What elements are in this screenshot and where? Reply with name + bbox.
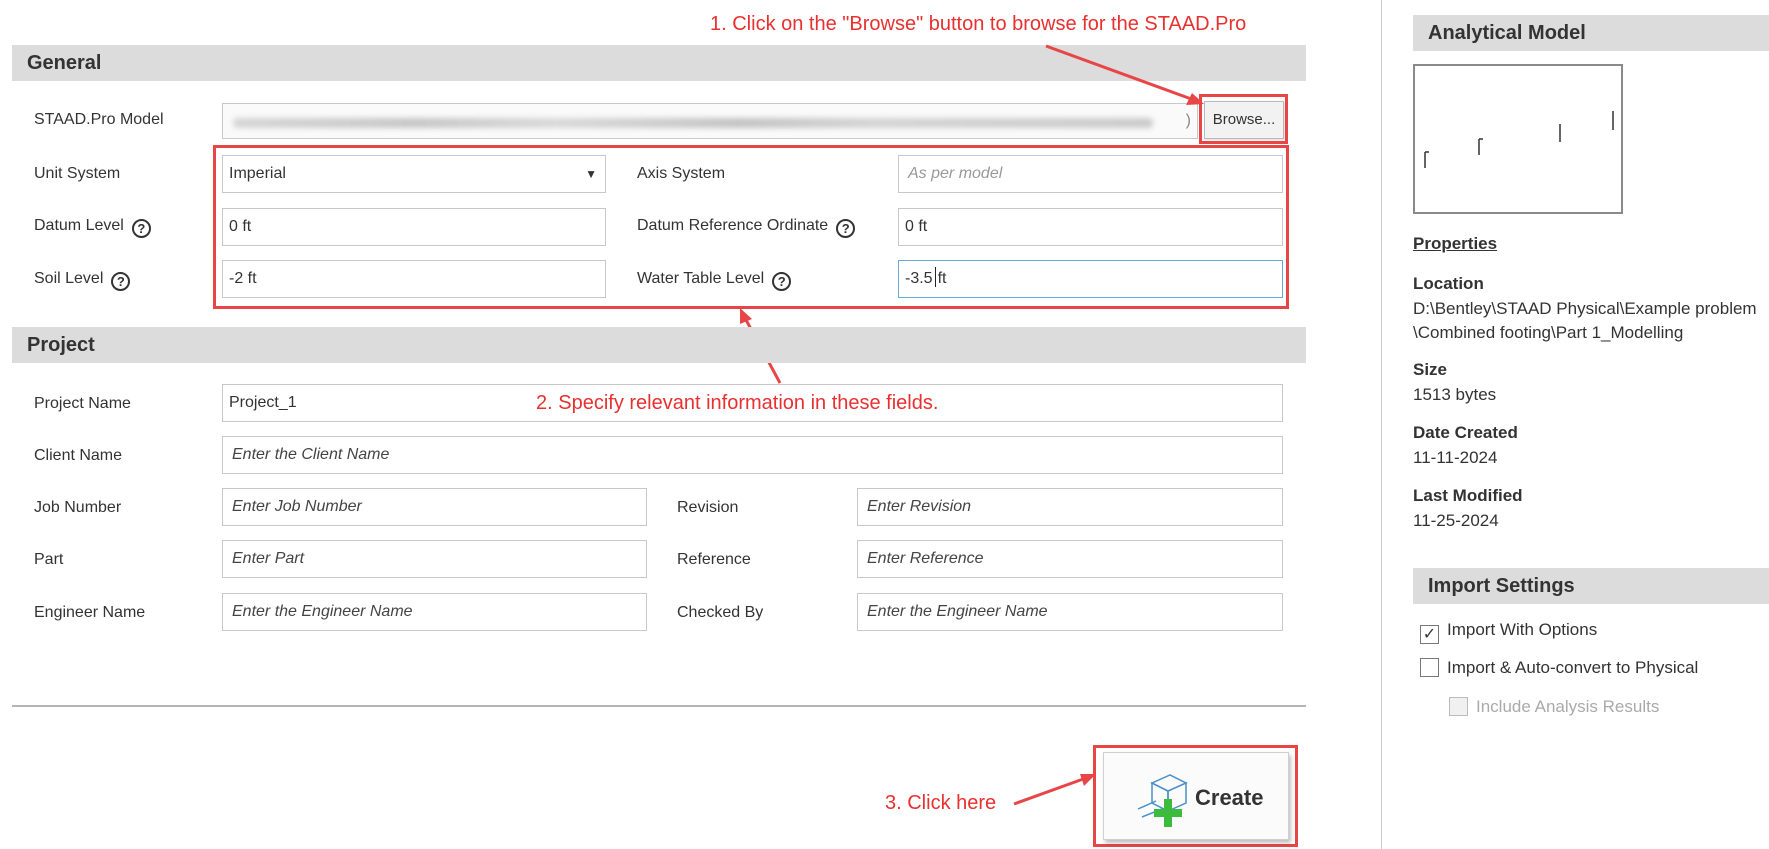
- revision-label: Revision: [677, 499, 739, 516]
- location-value-line1: D:\Bentley\STAAD Physical\Example proble…: [1413, 299, 1757, 318]
- create-button[interactable]: Create: [1103, 752, 1289, 840]
- checkbox-disabled-icon: [1449, 697, 1468, 716]
- datum-level-label: Datum Level?: [34, 216, 151, 238]
- help-icon[interactable]: ?: [131, 219, 151, 238]
- reference-placeholder: Enter Reference: [867, 550, 984, 567]
- annotation-box-fields: [213, 145, 1289, 309]
- checkbox-icon[interactable]: [1420, 658, 1439, 677]
- datum-level-text: Datum Level: [34, 217, 124, 234]
- part-label: Part: [34, 551, 64, 568]
- annotation-note-1: 1. Click on the "Browse" button to brows…: [710, 13, 1247, 35]
- blurred-path-text: [233, 118, 1153, 128]
- client-name-input[interactable]: Enter the Client Name: [222, 436, 1283, 474]
- import-settings-title: Import Settings: [1428, 575, 1575, 597]
- model-preview: [1413, 64, 1623, 214]
- include-analysis-results-row: Include Analysis Results: [1449, 697, 1659, 717]
- checkbox-checked-icon[interactable]: ✓: [1420, 625, 1439, 644]
- model-preview-graphic: [1424, 111, 1614, 168]
- job-number-label: Job Number: [34, 499, 122, 516]
- create-label: Create: [1195, 785, 1264, 810]
- project-section-header: Project: [12, 327, 1306, 363]
- size-label: Size: [1413, 360, 1448, 379]
- engineer-name-input[interactable]: Enter the Engineer Name: [222, 593, 647, 631]
- part-input[interactable]: Enter Part: [222, 540, 647, 578]
- unit-system-label: Unit System: [34, 165, 121, 182]
- create-plus-icon: [1137, 774, 1188, 827]
- date-created-label: Date Created: [1413, 423, 1518, 442]
- engineer-name-placeholder: Enter the Engineer Name: [232, 603, 413, 620]
- import-with-options-row[interactable]: ✓ Import With Options: [1420, 620, 1597, 644]
- date-created-value: 11-11-2024: [1413, 448, 1498, 467]
- project-name-label: Project Name: [34, 395, 131, 412]
- job-number-input[interactable]: Enter Job Number: [222, 488, 647, 526]
- checked-by-placeholder: Enter the Engineer Name: [867, 603, 1048, 620]
- import-auto-convert-row[interactable]: Import & Auto-convert to Physical: [1420, 658, 1698, 678]
- revision-placeholder: Enter Revision: [867, 498, 972, 515]
- path-tail: ): [1185, 112, 1191, 129]
- panel-divider: [1381, 0, 1382, 849]
- analytical-model-title: Analytical Model: [1428, 22, 1586, 44]
- soil-level-text: Soil Level: [34, 270, 104, 287]
- soil-level-label: Soil Level?: [34, 269, 131, 291]
- import-settings-header: Import Settings: [1413, 568, 1769, 604]
- annotation-note-3: 3. Click here: [885, 792, 997, 814]
- project-title: Project: [27, 334, 95, 356]
- client-name-placeholder: Enter the Client Name: [232, 446, 390, 463]
- project-name-value: Project_1: [229, 394, 297, 411]
- checked-by-label: Checked By: [677, 604, 764, 621]
- include-analysis-results-label: Include Analysis Results: [1476, 697, 1660, 716]
- staad-model-path-field[interactable]: ): [222, 103, 1198, 139]
- help-icon[interactable]: ?: [111, 272, 131, 291]
- last-modified-value: 11-25-2024: [1413, 511, 1499, 530]
- last-modified-label: Last Modified: [1413, 486, 1523, 505]
- size-value: 1513 bytes: [1413, 385, 1497, 404]
- annotation-note-2: 2. Specify relevant information in these…: [536, 392, 939, 414]
- annotation-box-browse: [1199, 94, 1288, 144]
- import-auto-convert-label: Import & Auto-convert to Physical: [1447, 658, 1699, 677]
- right-panel: Analytical Model Properties Location D:\…: [1383, 0, 1769, 849]
- form-divider: [12, 705, 1306, 707]
- part-placeholder: Enter Part: [232, 550, 305, 567]
- reference-label: Reference: [677, 551, 751, 568]
- general-section-header: General: [12, 45, 1306, 81]
- staad-model-label: STAAD.Pro Model: [34, 111, 164, 128]
- client-name-label: Client Name: [34, 447, 123, 464]
- location-label: Location: [1413, 274, 1484, 293]
- properties-link[interactable]: Properties: [1413, 234, 1497, 254]
- checked-by-input[interactable]: Enter the Engineer Name: [857, 593, 1283, 631]
- general-title: General: [27, 52, 102, 74]
- location-value-line2: \Combined footing\Part 1_Modelling: [1413, 323, 1684, 342]
- job-number-placeholder: Enter Job Number: [232, 498, 362, 515]
- engineer-name-label: Engineer Name: [34, 604, 146, 621]
- reference-input[interactable]: Enter Reference: [857, 540, 1283, 578]
- import-with-options-label: Import With Options: [1447, 620, 1598, 639]
- revision-input[interactable]: Enter Revision: [857, 488, 1283, 526]
- analytical-model-header: Analytical Model: [1413, 15, 1769, 51]
